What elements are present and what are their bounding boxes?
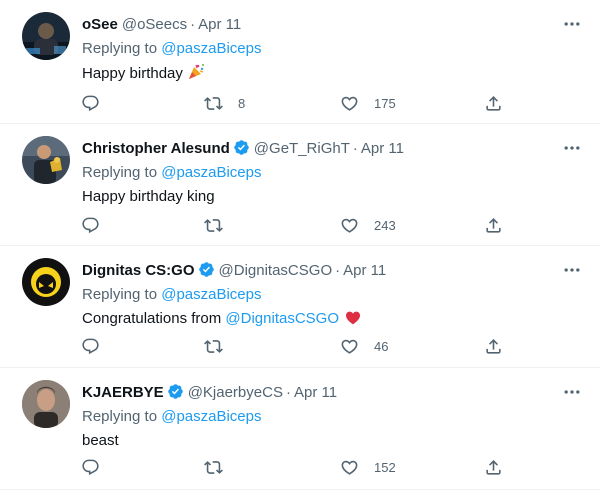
reply-button[interactable] [81, 214, 115, 236]
heart-icon [340, 458, 359, 477]
separator-dot: · [352, 140, 358, 157]
heart-icon [340, 94, 359, 113]
avatar[interactable] [22, 136, 70, 184]
tweet-text: Happy birthday king [82, 187, 586, 207]
share-button[interactable] [484, 335, 503, 357]
tweet-date[interactable]: Apr 11 [361, 140, 404, 157]
like-button[interactable]: 152 [340, 456, 396, 478]
tweet-text-body: Happy birthday king [82, 188, 215, 205]
reply-icon [81, 94, 100, 113]
replying-to-link[interactable]: @paszaBiceps [161, 286, 261, 303]
retweet-count: 8 [238, 95, 246, 111]
tweet-reply[interactable]: Dignitas CS:GO @DignitasCSGO · Apr 11 Reply… [0, 246, 600, 368]
display-name[interactable]: Christopher Alesund [82, 140, 230, 157]
tweet-text: Happy birthday [82, 63, 586, 83]
like-button[interactable]: 175 [340, 92, 396, 114]
retweet-icon [204, 94, 223, 113]
user-handle[interactable]: @oSeecs [122, 16, 187, 33]
reply-button[interactable] [81, 92, 115, 114]
user-handle[interactable]: @KjaerbyeCS [188, 384, 283, 401]
replying-to: Replying to @paszaBiceps [82, 285, 586, 305]
retweet-icon [204, 458, 223, 477]
replying-to-link[interactable]: @paszaBiceps [161, 40, 261, 57]
share-icon [484, 94, 503, 113]
retweet-icon [204, 216, 223, 235]
tweet-date[interactable]: Apr 11 [294, 384, 337, 401]
reply-thread: oSee @oSeecs · Apr 11 Replying to @paszaBic… [0, 0, 600, 490]
more-options-icon[interactable] [562, 14, 582, 34]
user-handle[interactable]: @GeT_RiGhT [254, 140, 350, 157]
reply-button[interactable] [81, 335, 115, 357]
user-handle[interactable]: @DignitasCSGO [219, 262, 333, 279]
verified-badge-icon [167, 383, 184, 400]
replying-to-link[interactable]: @paszaBiceps [161, 408, 261, 425]
tweet-reply[interactable]: KJAERBYE @KjaerbyeCS · Apr 11 Replying to @… [0, 368, 600, 490]
mention-link[interactable]: @DignitasCSGO [225, 310, 339, 327]
more-options-icon[interactable] [562, 138, 582, 158]
avatar[interactable] [22, 380, 70, 428]
like-count: 46 [374, 338, 389, 354]
heart-icon [340, 337, 359, 356]
separator-dot: · [335, 262, 341, 279]
tweet-text-body: Congratulations from [82, 310, 226, 327]
retweet-button[interactable] [204, 335, 238, 357]
tweet-date[interactable]: Apr 11 [198, 16, 241, 33]
replying-to-label: Replying to [82, 408, 162, 425]
reply-icon [81, 216, 100, 235]
replying-to: Replying to @paszaBiceps [82, 39, 586, 59]
tweet-text: Congratulations from @DignitasCSGO [82, 309, 586, 329]
share-button[interactable] [484, 456, 503, 478]
red-heart-icon [345, 310, 361, 332]
like-count: 243 [374, 217, 396, 233]
share-button[interactable] [484, 214, 503, 236]
reply-button[interactable] [81, 456, 115, 478]
share-icon [484, 216, 503, 235]
verified-badge-icon [233, 139, 250, 156]
retweet-button[interactable] [204, 214, 238, 236]
party-popper-icon [187, 63, 205, 87]
heart-icon [340, 216, 359, 235]
avatar[interactable] [22, 258, 70, 306]
like-count: 152 [374, 459, 396, 475]
more-options-icon[interactable] [562, 260, 582, 280]
replying-to-label: Replying to [82, 286, 162, 303]
separator-dot: · [285, 384, 291, 401]
tweet-reply[interactable]: oSee @oSeecs · Apr 11 Replying to @paszaBic… [0, 0, 600, 124]
replying-to-link[interactable]: @paszaBiceps [161, 164, 261, 181]
share-icon [484, 458, 503, 477]
tweet-text: beast [82, 431, 586, 451]
replying-to: Replying to @paszaBiceps [82, 407, 586, 427]
tweet-actions: 8 175 [0, 92, 600, 116]
tweet-text-body: beast [82, 432, 119, 449]
tweet-text-body: Happy birthday [82, 65, 183, 82]
replying-to-label: Replying to [82, 40, 162, 57]
reply-icon [81, 458, 100, 477]
retweet-button[interactable] [204, 456, 238, 478]
like-button[interactable]: 46 [340, 335, 388, 357]
display-name[interactable]: oSee [82, 16, 118, 33]
share-icon [484, 337, 503, 356]
retweet-button[interactable]: 8 [204, 92, 245, 114]
display-name[interactable]: KJAERBYE [82, 384, 164, 401]
tweet-date[interactable]: Apr 11 [343, 262, 386, 279]
display-name[interactable]: Dignitas CS:GO [82, 262, 195, 279]
tweet-reply[interactable]: Christopher Alesund @GeT_RiGhT · Apr 11 Rep… [0, 124, 600, 246]
like-count: 175 [374, 95, 396, 111]
tweet-actions: 46 [0, 335, 600, 359]
tweet-actions: 243 [0, 214, 600, 238]
separator-dot: · [190, 16, 196, 33]
retweet-icon [204, 337, 223, 356]
replying-to: Replying to @paszaBiceps [82, 163, 586, 183]
reply-icon [81, 337, 100, 356]
replying-to-label: Replying to [82, 164, 162, 181]
more-options-icon[interactable] [562, 382, 582, 402]
avatar[interactable] [22, 12, 70, 60]
share-button[interactable] [484, 92, 503, 114]
like-button[interactable]: 243 [340, 214, 396, 236]
verified-badge-icon [198, 261, 215, 278]
tweet-actions: 152 [0, 456, 600, 480]
